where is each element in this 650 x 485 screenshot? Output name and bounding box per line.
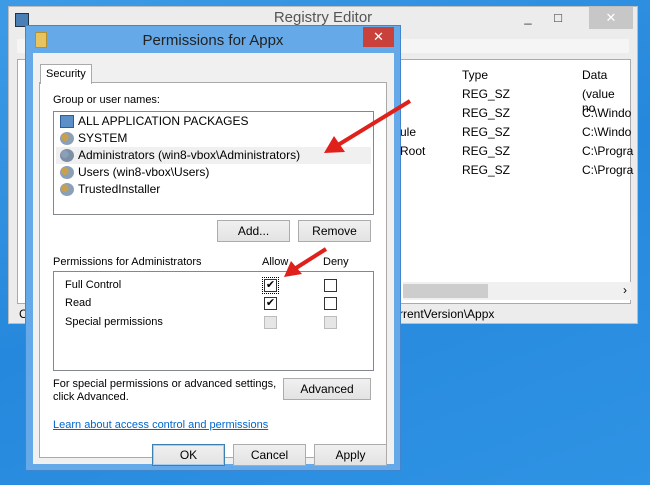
annotation-overlay — [284, 99, 412, 277]
tab-security[interactable]: Security — [40, 64, 92, 84]
red-arrow-annotation — [324, 99, 412, 153]
red-arrow-annotation — [284, 247, 328, 277]
